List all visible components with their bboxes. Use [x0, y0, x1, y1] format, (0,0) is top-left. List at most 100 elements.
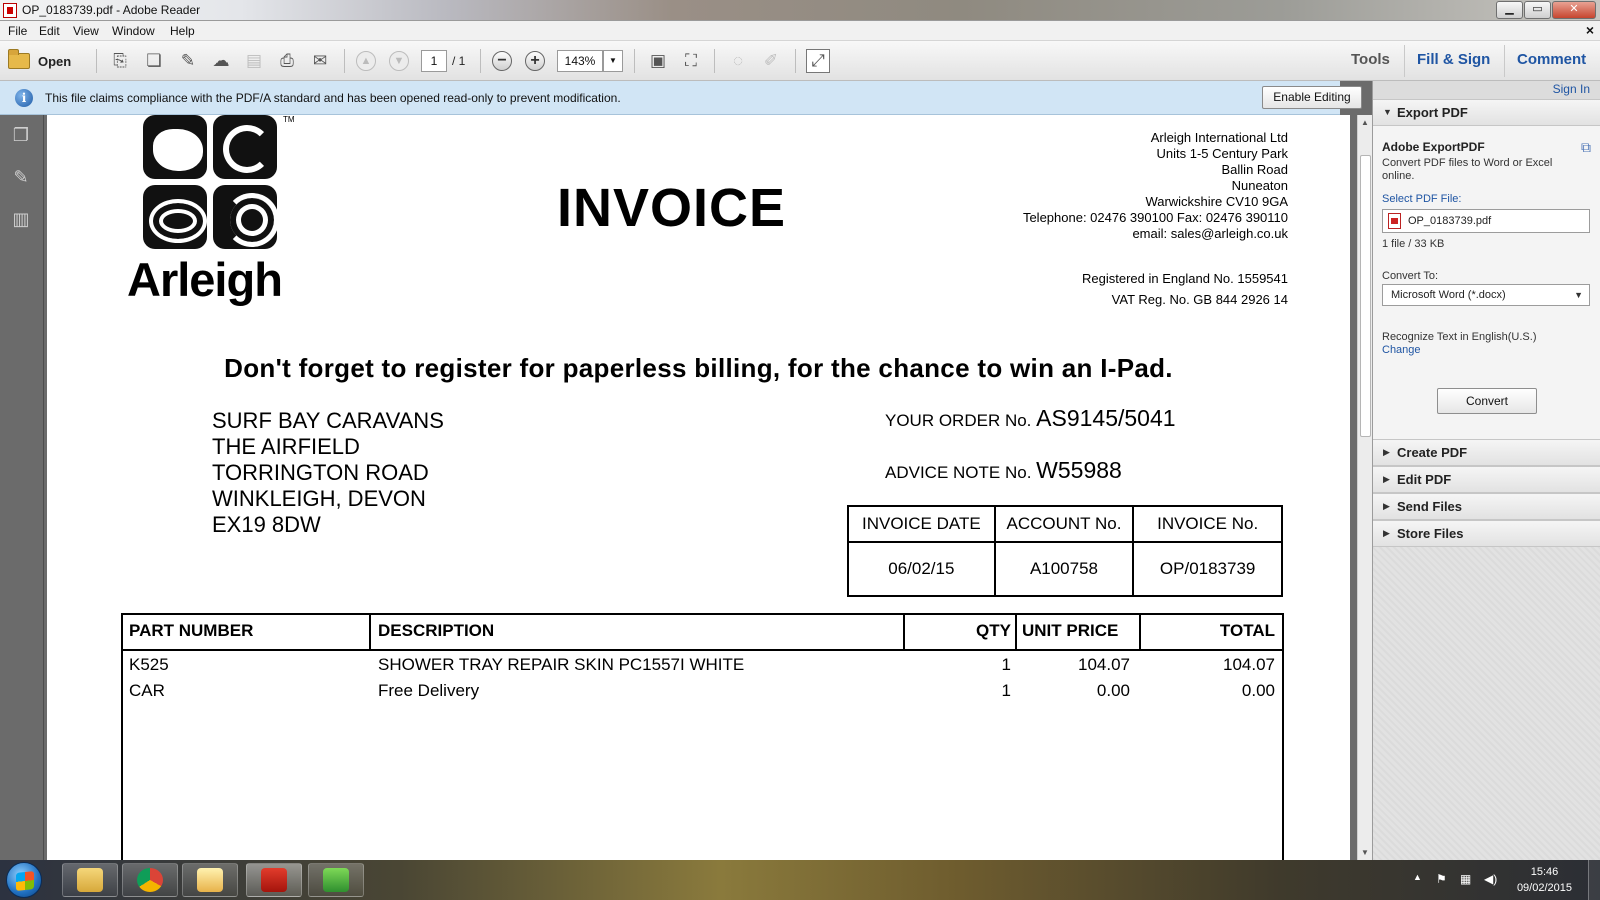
item-part-number: CAR [129, 681, 165, 700]
taskbar-file-explorer[interactable] [62, 863, 118, 897]
taskbar-chrome[interactable] [122, 863, 178, 897]
fit-width-icon[interactable]: ⛶ [679, 49, 703, 73]
tab-fill-sign[interactable]: Fill & Sign [1417, 51, 1490, 68]
attachments-paperclip-icon[interactable]: ✎ [10, 167, 32, 191]
menu-window[interactable]: Window [112, 24, 155, 38]
volume-icon[interactable]: ◀) [1484, 872, 1497, 886]
toolbar-separator [714, 49, 715, 73]
convert-to-select[interactable]: Microsoft Word (*.docx) ▼ [1382, 284, 1590, 306]
adobe-reader-icon [261, 868, 287, 892]
convert-button[interactable]: Convert [1437, 388, 1537, 414]
signatures-icon[interactable]: ▥ [10, 209, 32, 233]
export-pdf-label: Export PDF [1397, 105, 1468, 120]
send-files-label: Send Files [1397, 499, 1463, 514]
upload-cloud-icon[interactable]: ☁ [209, 49, 233, 73]
menu-view[interactable]: View [73, 24, 99, 38]
zoom-in-icon[interactable]: + [525, 51, 545, 71]
tab-tools[interactable]: Tools [1351, 51, 1390, 68]
convert-to-value: Microsoft Word (*.docx) [1391, 289, 1506, 301]
edit-pdf-label: Edit PDF [1397, 472, 1452, 487]
info-icon: i [15, 89, 33, 107]
menu-bar: File Edit View Window Help × [0, 21, 1600, 41]
show-desktop-button[interactable] [1588, 860, 1600, 900]
taskbar-sage[interactable] [308, 863, 364, 897]
save-icon[interactable]: ▤ [242, 49, 266, 73]
customer-address-line: WINKLEIGH, DEVON [212, 486, 426, 511]
edit-pdf-icon[interactable]: ✎ [176, 49, 200, 73]
previous-page-icon[interactable]: ▲ [356, 51, 376, 71]
action-center-flag-icon[interactable]: ⚑ [1436, 872, 1447, 886]
unit-price-header: UNIT PRICE [1022, 621, 1119, 640]
maximize-button[interactable]: ▭ [1524, 1, 1551, 19]
export-pdf-section-header[interactable]: ▼ Export PDF [1373, 99, 1600, 126]
fit-page-icon[interactable]: ▣ [646, 49, 670, 73]
highlight-icon[interactable]: ✐ [759, 49, 783, 73]
network-icon[interactable]: ▦ [1460, 872, 1471, 886]
email-icon[interactable]: ✉ [308, 49, 332, 73]
menu-edit[interactable]: Edit [39, 24, 60, 38]
edit-pdf-section-header[interactable]: ▶ Edit PDF [1373, 466, 1600, 493]
invoice-date-value: 06/02/15 [847, 541, 996, 597]
document-viewport[interactable]: TM Arleigh INVOICE Arleigh International… [44, 115, 1357, 860]
print-icon[interactable]: ⎙ [275, 49, 299, 73]
sign-in-link[interactable]: Sign In [1553, 82, 1590, 96]
minimize-button[interactable]: ▁ [1496, 1, 1523, 19]
scrollbar-thumb[interactable] [1360, 155, 1371, 437]
column-divider [369, 615, 371, 651]
company-address-line: Nuneaton [1231, 178, 1288, 193]
send-files-section-header[interactable]: ▶ Send Files [1373, 493, 1600, 520]
menu-file[interactable]: File [8, 24, 27, 38]
adobe-reader-app-icon [3, 3, 17, 18]
taskbar-adobe-reader[interactable] [246, 863, 302, 897]
zoom-dropdown-icon[interactable]: ▼ [603, 50, 623, 72]
system-clock[interactable]: 15:46 09/02/2015 [1517, 864, 1572, 896]
total-pages-label: / 1 [452, 54, 466, 68]
column-divider [1139, 615, 1141, 651]
create-pdf-icon[interactable]: ⎘ [108, 49, 132, 73]
start-button[interactable] [6, 862, 42, 898]
menu-help[interactable]: Help [170, 24, 195, 38]
close-document-icon[interactable]: × [1586, 22, 1594, 38]
create-pdf-section-header[interactable]: ▶ Create PDF [1373, 439, 1600, 466]
select-pdf-label: Select PDF File: [1382, 193, 1462, 205]
item-unit-price: 104.07 [1078, 655, 1130, 674]
close-window-button[interactable]: ✕ [1552, 1, 1596, 19]
scroll-down-icon[interactable]: ▼ [1361, 848, 1369, 857]
page-thumbnails-icon[interactable]: ❐ [10, 125, 32, 149]
next-page-icon[interactable]: ▼ [389, 51, 409, 71]
company-address-line: Ballin Road [1221, 162, 1289, 177]
logo-wave-tile [213, 185, 277, 249]
comment-bubble-icon[interactable]: ◌ [726, 49, 750, 73]
current-page-input[interactable]: 1 [421, 50, 447, 72]
selected-pdf-file-field[interactable]: OP_0183739.pdf [1382, 209, 1590, 233]
combine-files-icon[interactable]: ❏ [142, 49, 166, 73]
customer-address-line: THE AIRFIELD [212, 434, 360, 459]
order-number-line: YOUR ORDER No. AS9145/5041 [885, 405, 1176, 432]
customer-postcode: EX19 8DW [212, 512, 321, 537]
customer-address-line: SURF BAY CARAVANS [212, 408, 444, 433]
company-phone-fax: Telephone: 02476 390100 Fax: 02476 39011… [1022, 210, 1288, 225]
taskbar-outlook[interactable] [182, 863, 238, 897]
convert-to-label: Convert To: [1382, 270, 1439, 282]
show-hidden-icons-icon[interactable]: ▲ [1413, 872, 1422, 882]
chevron-down-icon: ▼ [1574, 290, 1583, 300]
scroll-up-icon[interactable]: ▲ [1361, 118, 1369, 127]
tab-comment[interactable]: Comment [1517, 51, 1586, 68]
toolbar-separator [795, 49, 796, 73]
open-button[interactable]: Open [8, 49, 71, 73]
toolbar-separator [634, 49, 635, 73]
document-vertical-scrollbar[interactable]: ▲ ▼ [1357, 115, 1372, 860]
store-files-section-header[interactable]: ▶ Store Files [1373, 520, 1600, 547]
zoom-level-input[interactable]: 143% [557, 50, 603, 72]
full-screen-icon[interactable]: ⤢ [806, 49, 830, 73]
zoom-out-icon[interactable]: − [492, 51, 512, 71]
export-pdf-panel-body: Adobe ExportPDF ⧉ Convert PDF files to W… [1373, 126, 1600, 439]
expand-triangle-icon: ▶ [1383, 474, 1390, 484]
exportpdf-description: Convert PDF files to Word or Excel onlin… [1382, 157, 1553, 182]
company-address: Arleigh International Ltd Units 1-5 Cent… [1023, 130, 1288, 242]
change-language-link[interactable]: Change [1382, 344, 1421, 356]
enable-editing-button[interactable]: Enable Editing [1262, 86, 1362, 109]
folder-icon [8, 49, 30, 69]
advice-note-label: ADVICE NOTE No. [885, 463, 1032, 482]
invoice-date-header: INVOICE DATE [847, 505, 996, 543]
